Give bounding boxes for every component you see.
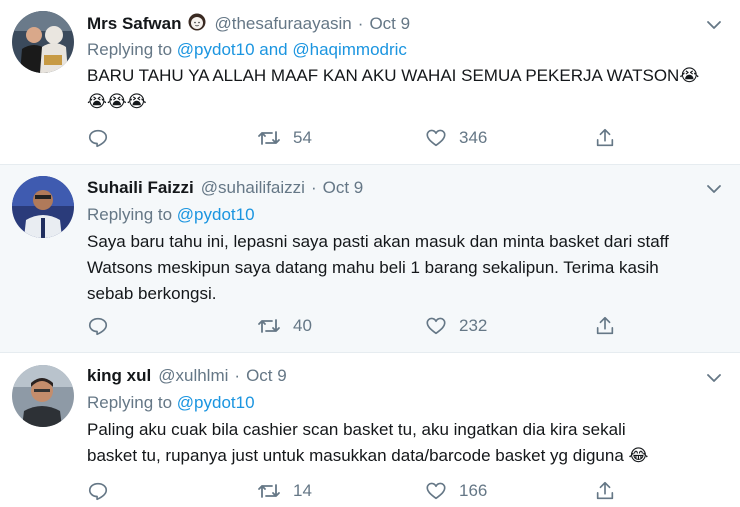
replying-to: Replying to @pydot10 xyxy=(87,393,255,413)
retweet-button[interactable]: 54 xyxy=(257,126,312,150)
avatar[interactable] xyxy=(12,365,74,427)
woman-emoji-icon xyxy=(187,12,207,37)
separator-dot: · xyxy=(357,14,364,33)
timestamp[interactable]: Oct 9 xyxy=(323,178,364,198)
like-count: 232 xyxy=(459,316,488,335)
share-icon xyxy=(596,128,614,147)
retweet-icon xyxy=(258,484,280,498)
reply-button[interactable] xyxy=(87,126,121,150)
user-handle[interactable]: @xulhlmi xyxy=(158,366,228,386)
tweet-text-line: Paling aku cuak bila cashier scan basket… xyxy=(87,420,626,439)
like-button[interactable]: 166 xyxy=(425,479,487,503)
chevron-down-icon[interactable] xyxy=(706,370,722,386)
tweet-actions: 14 166 xyxy=(87,479,627,503)
reply-button[interactable] xyxy=(87,314,121,338)
reply-icon xyxy=(88,482,108,501)
user-handle[interactable]: @suhailifaizzi xyxy=(201,178,305,198)
tweet-actions: 40 232 xyxy=(87,314,627,338)
like-button[interactable]: 232 xyxy=(425,314,487,338)
retweet-count: 40 xyxy=(293,316,312,335)
share-icon xyxy=(596,481,614,500)
like-count: 166 xyxy=(459,481,488,500)
tweet-header: Suhaili Faizzi @suhailifaizzi · Oct 9 xyxy=(87,176,363,200)
chevron-down-icon[interactable] xyxy=(706,181,722,197)
like-button[interactable]: 346 xyxy=(425,126,487,150)
tweet-text-line: 😭😭😭 xyxy=(87,92,147,111)
reply-button[interactable] xyxy=(87,479,121,503)
tweet-text: Paling aku cuak bila cashier scan basket… xyxy=(87,417,727,469)
user-handle[interactable]: @thesafuraayasin xyxy=(214,14,351,34)
timestamp[interactable]: Oct 9 xyxy=(246,366,287,386)
tweet-text-line: Watsons meskipun saya datang mahu beli 1… xyxy=(87,258,659,277)
tweet-text: BARU TAHU YA ALLAH MAAF KAN AKU WAHAI SE… xyxy=(87,63,727,115)
retweet-icon xyxy=(258,319,280,333)
chevron-down-icon[interactable] xyxy=(706,17,722,33)
heart-icon xyxy=(426,317,446,335)
like-count: 346 xyxy=(459,128,488,147)
retweet-button[interactable]: 14 xyxy=(257,479,312,503)
replying-to: Replying to @pydot10 xyxy=(87,205,255,225)
share-button[interactable] xyxy=(594,479,616,503)
reply-icon xyxy=(88,317,108,336)
share-icon xyxy=(596,316,614,335)
replying-to-users[interactable]: @pydot10 and @haqimmodric xyxy=(177,40,407,59)
retweet-count: 14 xyxy=(293,481,312,500)
timestamp[interactable]: Oct 9 xyxy=(369,14,410,34)
separator-dot: · xyxy=(234,366,241,385)
share-button[interactable] xyxy=(594,314,616,338)
replying-prefix: Replying to xyxy=(87,393,173,412)
tweet-actions: 54 346 xyxy=(87,126,627,150)
heart-icon xyxy=(426,129,446,147)
reply-icon xyxy=(88,129,108,148)
replying-prefix: Replying to xyxy=(87,40,173,59)
display-name[interactable]: king xul xyxy=(87,366,151,386)
tweet[interactable]: king xul @xulhlmi · Oct 9 Replying to @p… xyxy=(0,353,740,507)
heart-icon xyxy=(426,482,446,500)
replying-to-users[interactable]: @pydot10 xyxy=(177,393,255,412)
tweet[interactable]: Mrs Safwan @thesafuraayasin · Oct 9 Repl… xyxy=(0,0,740,165)
tweet[interactable]: Suhaili Faizzi @suhailifaizzi · Oct 9 Re… xyxy=(0,165,740,353)
retweet-icon xyxy=(258,131,280,145)
replying-prefix: Replying to xyxy=(87,205,173,224)
tweet-feed: Mrs Safwan @thesafuraayasin · Oct 9 Repl… xyxy=(0,0,740,507)
tweet-header: Mrs Safwan @thesafuraayasin · Oct 9 xyxy=(87,12,410,36)
tweet-text-line: sebab berkongsi. xyxy=(87,284,217,303)
retweet-count: 54 xyxy=(293,128,312,147)
tweet-text-line: BARU TAHU YA ALLAH MAAF KAN AKU WAHAI SE… xyxy=(87,66,700,85)
replying-to-users[interactable]: @pydot10 xyxy=(177,205,255,224)
display-name[interactable]: Suhaili Faizzi xyxy=(87,178,194,198)
tweet-text-line: Saya baru tahu ini, lepasni saya pasti a… xyxy=(87,232,669,251)
tweet-text-line: basket tu, rupanya just untuk masukkan d… xyxy=(87,446,649,465)
display-name[interactable]: Mrs Safwan xyxy=(87,14,181,34)
avatar[interactable] xyxy=(12,11,74,73)
separator-dot: · xyxy=(310,178,317,197)
share-button[interactable] xyxy=(594,126,616,150)
replying-to: Replying to @pydot10 and @haqimmodric xyxy=(87,40,407,60)
avatar[interactable] xyxy=(12,176,74,238)
tweet-header: king xul @xulhlmi · Oct 9 xyxy=(87,364,287,388)
tweet-text: Saya baru tahu ini, lepasni saya pasti a… xyxy=(87,229,727,307)
retweet-button[interactable]: 40 xyxy=(257,314,312,338)
